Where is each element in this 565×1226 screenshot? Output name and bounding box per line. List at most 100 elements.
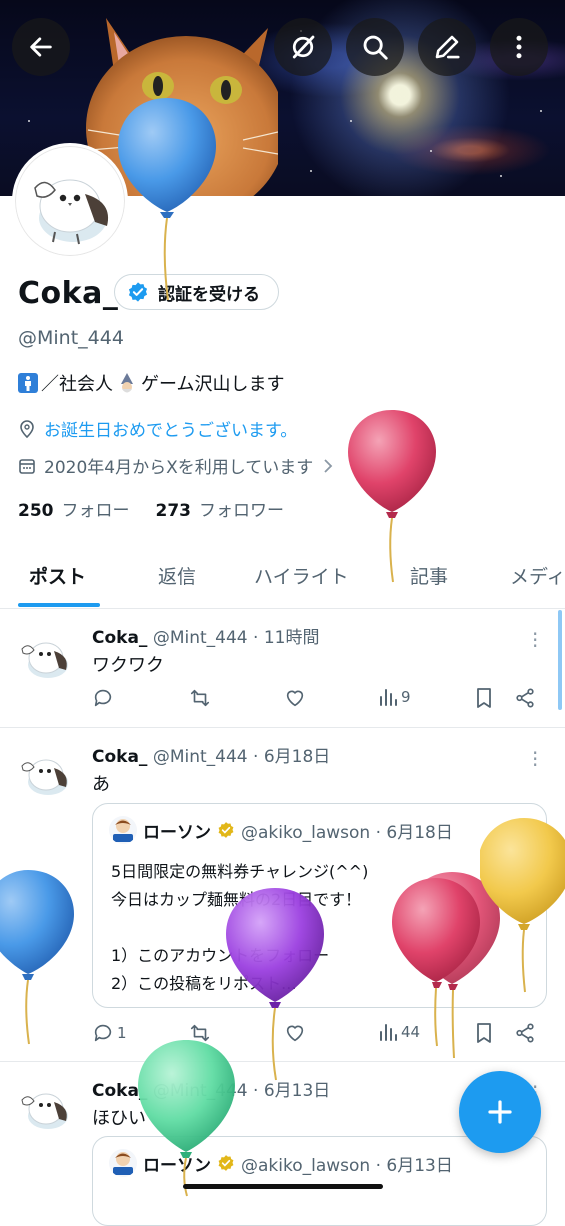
tab-articles[interactable]: 記事 — [410, 562, 448, 589]
post-text: あ — [92, 774, 110, 795]
edit-profile-button[interactable] — [418, 18, 476, 76]
search-icon — [363, 35, 388, 60]
profile-tabs: ポスト 返信 ハイライト 記事 メディ — [0, 550, 565, 609]
back-arrow-icon — [30, 37, 52, 57]
lawson-avatar — [109, 816, 137, 844]
post-author[interactable]: Coka_ — [92, 628, 147, 648]
post-actions: 9 — [92, 687, 542, 713]
bird-avatar-image — [34, 179, 109, 245]
share-button[interactable] — [514, 687, 536, 709]
post-avatar[interactable] — [14, 742, 76, 804]
birthday-line: お誕生日おめでとうございます。 — [18, 416, 297, 441]
repost-icon — [190, 689, 210, 707]
post-meta: @Mint_444 · 6月13日 — [152, 1081, 331, 1101]
reply-icon — [94, 689, 112, 707]
bookmark-icon — [477, 688, 491, 708]
post-header: Coka_ @Mint_444 · 6月13日 — [92, 1076, 330, 1101]
post-author[interactable]: Coka_ — [92, 747, 147, 767]
profile-avatar[interactable] — [12, 143, 128, 259]
reply-count: 1 — [117, 1024, 127, 1042]
active-tab-indicator — [18, 603, 100, 607]
quoted-post[interactable]: ローソン @akiko_lawson · 6月13日 — [92, 1136, 547, 1226]
followers-label: フォロワー — [199, 501, 284, 521]
post-avatar[interactable] — [14, 1076, 76, 1138]
post-more-button[interactable]: ··· — [532, 624, 538, 656]
tab-replies[interactable]: 返信 — [158, 562, 196, 589]
heart-icon — [286, 1025, 304, 1042]
joined-line: 2020年4月からXを利用しています — [18, 453, 335, 478]
get-verified-label: 認証を受ける — [158, 284, 260, 305]
bookmark-button[interactable] — [474, 1022, 494, 1044]
share-icon — [516, 1023, 534, 1043]
post-header: Coka_ @Mint_444 · 6月18日 — [92, 742, 330, 767]
like-button[interactable] — [284, 687, 306, 709]
tab-media[interactable]: メディ — [510, 562, 565, 589]
grok-icon — [292, 35, 315, 59]
profile-bio: ／社会人 ゲーム沢山します — [18, 370, 284, 396]
compose-post-button[interactable] — [459, 1071, 541, 1153]
repost-button[interactable] — [188, 687, 212, 709]
follow-stats: 250 フォロー 273 フォロワー — [18, 496, 284, 521]
restroom-icon — [18, 373, 38, 393]
grok-button[interactable] — [274, 18, 332, 76]
edit-icon — [435, 35, 460, 59]
reply-button[interactable] — [92, 687, 114, 709]
bio-text: ／社会人 — [41, 374, 113, 395]
reply-icon — [94, 1024, 112, 1042]
views-button[interactable]: 44 — [378, 1022, 420, 1042]
post-author[interactable]: Coka_ — [92, 1081, 147, 1101]
tab-highlights[interactable]: ハイライト — [254, 562, 349, 589]
reply-button[interactable]: 1 — [92, 1022, 127, 1044]
post-meta: @Mint_444 · 6月18日 — [152, 747, 331, 767]
joined-text: 2020年4月からXを利用しています — [44, 458, 314, 478]
views-button[interactable]: 9 — [378, 687, 411, 707]
following-label: フォロー — [61, 501, 130, 521]
calendar-icon — [19, 458, 35, 474]
more-vertical-icon — [516, 35, 522, 59]
following-count: 250 — [18, 501, 54, 521]
followers-count: 273 — [155, 501, 192, 521]
views-icon — [380, 689, 397, 706]
quote-meta: @akiko_lawson · 6月13日 — [241, 1155, 453, 1176]
back-button[interactable] — [12, 18, 70, 76]
verified-badge-icon — [128, 282, 148, 302]
repost-button[interactable] — [188, 1022, 212, 1044]
bookmark-icon — [477, 1023, 491, 1043]
quote-header: ローソン @akiko_lawson · 6月18日 — [109, 816, 453, 844]
birthday-link[interactable]: お誕生日おめでとうございます。 — [44, 416, 297, 441]
quote-author: ローソン — [143, 822, 211, 843]
post-item[interactable]: Coka_ @Mint_444 · 6月18日 · · · あ ローソン @akik… — [0, 728, 565, 1062]
tab-posts[interactable]: ポスト — [29, 562, 86, 589]
share-button[interactable] — [514, 1022, 536, 1044]
get-verified-button[interactable]: 認証を受ける — [114, 274, 279, 310]
quote-header: ローソン @akiko_lawson · 6月13日 — [109, 1149, 453, 1177]
bio-text-tail: ゲーム沢山します — [141, 374, 285, 395]
gold-badge-icon — [218, 822, 234, 838]
quoted-post[interactable]: ローソン @akiko_lawson · 6月18日 5日間限定の無料券チャレン… — [92, 803, 547, 1008]
quote-meta: @akiko_lawson · 6月18日 — [241, 822, 453, 843]
views-count: 44 — [401, 1023, 421, 1041]
followers-link[interactable]: 273 フォロワー — [156, 496, 285, 521]
views-count: 9 — [401, 688, 411, 706]
chevron-right-icon[interactable] — [321, 458, 335, 474]
post-actions: 1 44 — [92, 1022, 542, 1048]
following-link[interactable]: 250 フォロー — [18, 496, 130, 521]
more-button[interactable] — [490, 18, 548, 76]
plus-icon — [488, 1100, 512, 1124]
post-text: ほひい — [92, 1108, 146, 1129]
quote-author: ローソン — [143, 1155, 211, 1176]
search-button[interactable] — [346, 18, 404, 76]
post-more-button[interactable]: ··· — [532, 743, 538, 775]
post-avatar[interactable] — [14, 625, 76, 687]
location-pin-icon — [20, 419, 34, 438]
post-item[interactable]: Coka_ @Mint_444 · 11時間 · · · ワクワク 9 — [0, 609, 565, 728]
home-indicator — [183, 1184, 383, 1189]
display-name: Coka_ — [18, 276, 119, 311]
gold-badge-icon — [218, 1155, 234, 1171]
quote-body: 5日間限定の無料券チャレンジ(^^) 今日はカップ麺無料の2日目です！ 1）この… — [111, 862, 369, 993]
like-button[interactable] — [284, 1022, 306, 1044]
lawson-avatar — [109, 1149, 137, 1177]
bookmark-button[interactable] — [474, 687, 494, 709]
heart-icon — [286, 690, 304, 707]
share-icon — [516, 688, 534, 708]
